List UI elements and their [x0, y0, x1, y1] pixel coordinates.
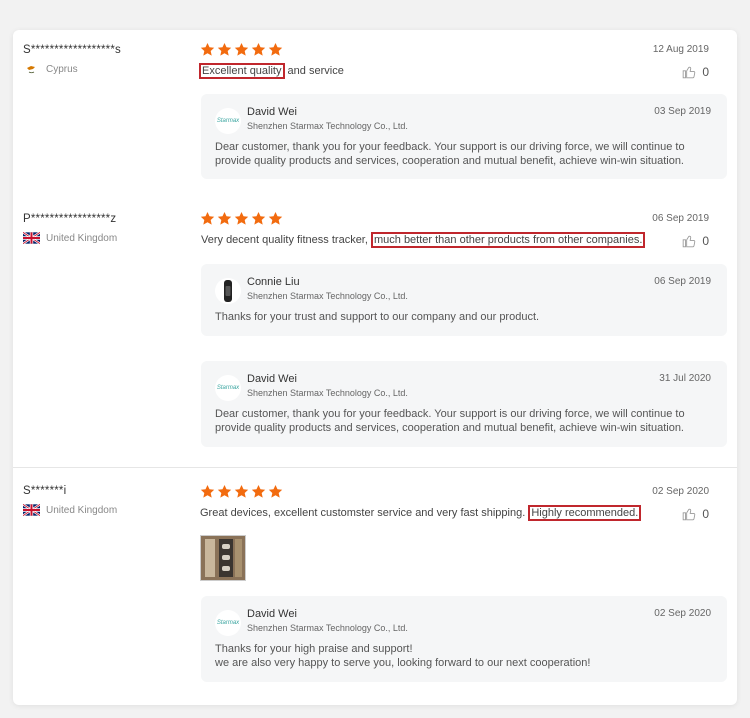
star-icon [268, 42, 283, 56]
thumbs-up-icon [683, 235, 696, 248]
star-icon [268, 211, 283, 225]
reply-author: David Wei [247, 106, 297, 118]
thumbs-up-icon [683, 66, 696, 79]
review-date: 02 Sep 2020 [652, 486, 709, 497]
reply-text-line: we are also very happy to serve you, loo… [215, 657, 591, 669]
country-label: Cyprus [46, 63, 78, 75]
star-icon [251, 42, 266, 56]
like-count: 0 [702, 234, 709, 248]
star-rating [200, 484, 283, 499]
seller-reply: Starmax David Wei Shenzhen Starmax Techn… [201, 94, 727, 179]
star-icon [200, 484, 215, 498]
like-button[interactable]: 0 [682, 507, 709, 521]
review-text: Great devices, excellent customster serv… [200, 505, 642, 521]
star-icon [217, 484, 232, 498]
like-count: 0 [702, 507, 709, 521]
review-text-start: Very decent quality fitness tracker, [201, 234, 371, 246]
uk-flag-icon [22, 503, 41, 517]
review-text: Very decent quality fitness tracker, muc… [201, 232, 646, 248]
review-date: 12 Aug 2019 [652, 44, 709, 55]
reviewer-country: Cyprus [23, 63, 78, 75]
like-button[interactable]: 0 [682, 65, 709, 79]
watch-avatar-icon [215, 278, 241, 304]
reviewer-country: United Kingdom [22, 231, 118, 245]
cyprus-flag-icon [23, 63, 40, 75]
highlighted-text: Excellent quality [199, 63, 285, 79]
reply-company: Shenzhen Starmax Technology Co., Ltd. [247, 291, 408, 301]
uk-flag-icon [22, 231, 41, 245]
highlighted-text: Highly recommended. [528, 505, 642, 521]
star-icon [268, 484, 283, 498]
reviewer-name: P*****************z [23, 213, 117, 225]
star-icon [234, 211, 249, 225]
star-icon [251, 211, 266, 225]
reply-company: Shenzhen Starmax Technology Co., Ltd. [247, 121, 408, 131]
star-rating [200, 42, 283, 57]
reviewer-name: S******************s [23, 44, 121, 56]
reviews-card: S******************s Cyprus 12 Aug 2019 … [13, 30, 737, 705]
star-icon [200, 211, 215, 225]
star-icon [200, 42, 215, 56]
reply-author: David Wei [247, 608, 297, 620]
review-divider [13, 467, 737, 468]
seller-reply: Connie Liu Shenzhen Starmax Technology C… [201, 264, 727, 336]
star-icon [234, 484, 249, 498]
reply-text: Dear customer, thank you for your feedba… [215, 141, 685, 167]
seller-logo: Starmax [215, 108, 241, 134]
seller-reply: Starmax David Wei Shenzhen Starmax Techn… [201, 596, 727, 682]
reply-company: Shenzhen Starmax Technology Co., Ltd. [247, 388, 408, 398]
thumbs-up-icon [683, 508, 696, 521]
reviewer-name: S*******i [23, 485, 67, 497]
review-photo-thumbnail[interactable] [200, 535, 246, 581]
review-date: 06 Sep 2019 [652, 213, 709, 224]
star-icon [217, 42, 232, 56]
reply-author: Connie Liu [247, 276, 300, 288]
star-rating [200, 211, 283, 226]
reply-text: Dear customer, thank you for your feedba… [215, 408, 685, 434]
seller-logo: Starmax [215, 375, 241, 401]
reply-date: 06 Sep 2019 [654, 276, 711, 287]
review-text-rest: and service [284, 65, 344, 77]
seller-reply: Starmax David Wei Shenzhen Starmax Techn… [201, 361, 727, 447]
star-icon [217, 211, 232, 225]
country-label: United Kingdom [46, 232, 118, 244]
reply-date: 02 Sep 2020 [654, 608, 711, 619]
reply-company: Shenzhen Starmax Technology Co., Ltd. [247, 623, 408, 633]
reply-date: 03 Sep 2019 [654, 106, 711, 117]
reply-text: Thanks for your trust and support to our… [215, 311, 540, 323]
reply-text-line: Thanks for your high praise and support! [215, 643, 413, 655]
star-icon [234, 42, 249, 56]
like-count: 0 [702, 65, 709, 79]
highlighted-text: much better than other products from oth… [370, 232, 646, 248]
review-text: Excellent quality and service [199, 63, 344, 79]
star-icon [251, 484, 266, 498]
like-button[interactable]: 0 [682, 234, 709, 248]
country-label: United Kingdom [46, 504, 118, 516]
review-text-start: Great devices, excellent customster serv… [200, 507, 529, 519]
reply-date: 31 Jul 2020 [659, 373, 711, 384]
reply-text: Thanks for your high praise and support!… [215, 642, 715, 670]
reply-author: David Wei [247, 373, 297, 385]
seller-logo: Starmax [215, 610, 241, 636]
reviewer-country: United Kingdom [22, 503, 118, 517]
